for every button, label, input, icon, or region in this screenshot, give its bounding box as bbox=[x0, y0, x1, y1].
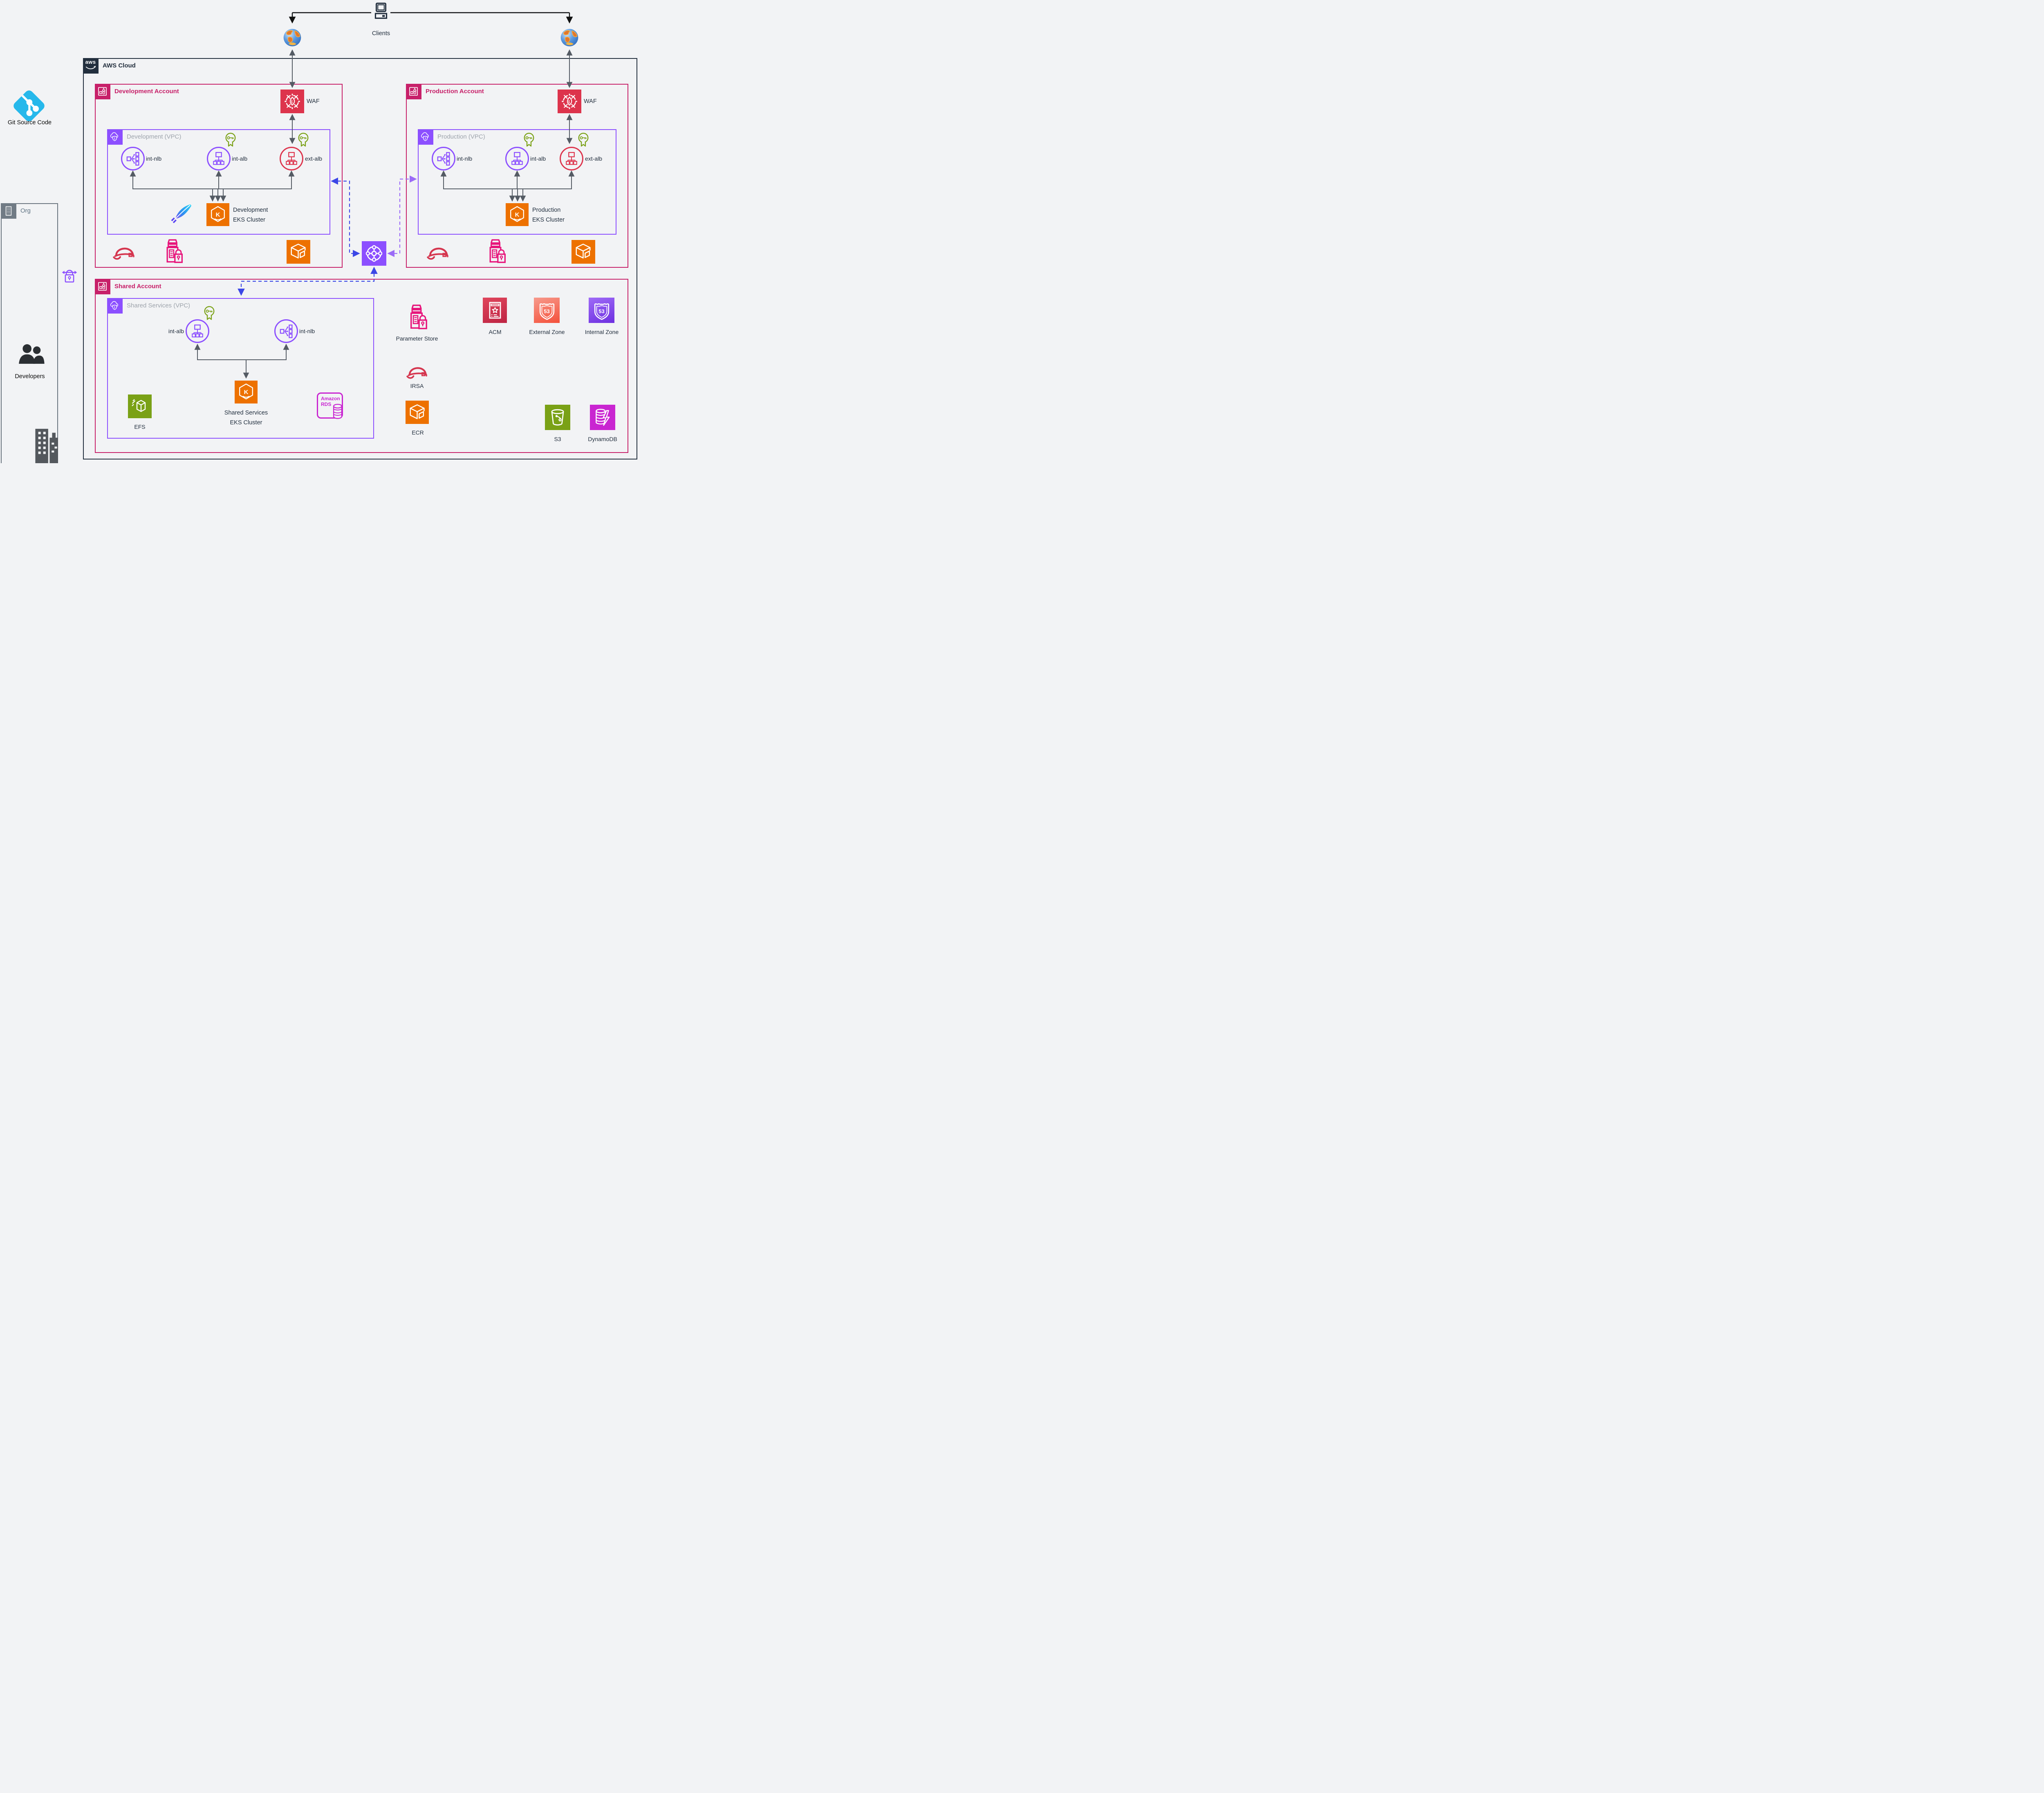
shared-eks-cluster-icon: K bbox=[235, 381, 258, 403]
s3-icon bbox=[545, 405, 570, 430]
prod-int-nlb-icon bbox=[432, 147, 455, 170]
developers-icon bbox=[16, 342, 47, 369]
dev-eks-label-2: EKS Cluster bbox=[233, 217, 265, 223]
internet-globe-icon bbox=[282, 27, 303, 48]
architecture-diagram: aws AWS Cloud Development Account Develo… bbox=[0, 0, 641, 463]
certificate-key-icon bbox=[522, 132, 536, 151]
vpn-lock-icon bbox=[61, 266, 78, 287]
rds-brand-line2: RDS bbox=[321, 401, 332, 407]
city-buildings-icon bbox=[34, 427, 58, 463]
rds-icon: Amazon RDS bbox=[317, 392, 343, 419]
account-icon bbox=[94, 83, 110, 99]
waf-icon bbox=[280, 90, 304, 113]
acm-icon bbox=[483, 298, 507, 323]
iam-role-helmet-icon bbox=[424, 239, 452, 264]
irsa-label: IRSA bbox=[410, 383, 424, 389]
shared-eks-label-2: EKS Cluster bbox=[230, 419, 262, 426]
aws-logo-icon: aws bbox=[83, 58, 99, 74]
aws-logo-text: aws bbox=[85, 58, 96, 65]
waf-label: WAF bbox=[307, 98, 320, 105]
parameter-store-label: Parameter Store bbox=[396, 335, 438, 342]
shared-eks-label-1: Shared Services bbox=[224, 410, 268, 416]
route53-badge: 53 bbox=[598, 308, 605, 314]
efs-icon bbox=[128, 394, 152, 418]
dynamodb-icon bbox=[590, 405, 615, 430]
production-vpc-title: Production (VPC) bbox=[437, 133, 485, 140]
certificate-key-icon bbox=[576, 132, 591, 151]
shared-int-alb-label: int-alb bbox=[168, 328, 184, 334]
dev-ext-alb-label: ext-alb bbox=[305, 155, 323, 162]
certificate-key-icon bbox=[202, 305, 217, 324]
ecr-label: ECR bbox=[412, 429, 424, 436]
internal-zone-label: Internal Zone bbox=[585, 329, 619, 335]
clients-label: Clients bbox=[372, 30, 390, 37]
certificate-key-icon bbox=[223, 132, 238, 151]
dynamodb-label: DynamoDB bbox=[588, 436, 617, 442]
eks-k-letter: K bbox=[515, 211, 520, 218]
prod-int-nlb-label: int-nlb bbox=[457, 155, 473, 162]
development-vpc-title: Development (VPC) bbox=[127, 133, 182, 140]
eks-k-letter: K bbox=[215, 211, 220, 218]
karpenter-feather-icon bbox=[169, 200, 194, 227]
iam-role-helmet-icon bbox=[404, 359, 431, 383]
development-account-title: Development Account bbox=[114, 88, 179, 95]
ecr-icon bbox=[572, 240, 595, 264]
org-box: Org bbox=[0, 203, 58, 463]
account-icon bbox=[94, 278, 110, 294]
shared-int-nlb-icon bbox=[274, 319, 298, 343]
s3-label: S3 bbox=[554, 436, 561, 442]
shared-account-title: Shared Account bbox=[114, 283, 161, 290]
git-label: Git Source Code bbox=[7, 119, 52, 126]
vpc-icon bbox=[107, 129, 123, 145]
transit-gateway-icon bbox=[362, 241, 386, 266]
production-account-title: Production Account bbox=[426, 88, 484, 95]
parameter-store-icon bbox=[161, 237, 184, 267]
rds-brand-line1: Amazon bbox=[321, 396, 340, 401]
rds-cylinder-glyph bbox=[330, 403, 345, 421]
prod-eks-cluster-icon: K bbox=[506, 203, 529, 226]
vpc-icon bbox=[107, 298, 123, 314]
acm-label: ACM bbox=[489, 329, 502, 335]
prod-ext-alb-label: ext-alb bbox=[585, 155, 603, 162]
route53-internal-zone-icon: 53 bbox=[589, 298, 614, 323]
efs-label: EFS bbox=[134, 424, 146, 430]
ecr-icon bbox=[287, 240, 310, 264]
git-icon bbox=[11, 88, 47, 123]
internet-globe-icon bbox=[559, 27, 580, 48]
external-zone-label: External Zone bbox=[529, 329, 565, 335]
dev-int-nlb-icon bbox=[121, 147, 145, 170]
account-icon bbox=[406, 83, 421, 99]
org-building-icon bbox=[0, 203, 16, 219]
ecr-icon bbox=[406, 401, 429, 424]
prod-int-alb-label: int-alb bbox=[530, 155, 546, 162]
dev-eks-label-1: Development bbox=[233, 207, 268, 213]
shared-vpc-title: Shared Services (VPC) bbox=[127, 302, 191, 309]
vpc-icon bbox=[417, 129, 433, 145]
clients-icon bbox=[370, 2, 392, 23]
route53-badge: 53 bbox=[544, 308, 550, 314]
parameter-store-icon bbox=[405, 303, 428, 333]
aws-cloud-title: AWS Cloud bbox=[103, 62, 136, 69]
iam-role-helmet-icon bbox=[110, 239, 138, 264]
parameter-store-icon bbox=[484, 237, 507, 267]
certificate-key-icon bbox=[296, 132, 311, 151]
waf-label: WAF bbox=[584, 98, 597, 105]
eks-k-letter: K bbox=[244, 389, 249, 396]
prod-eks-label-1: Production bbox=[532, 207, 561, 213]
developers-label: Developers bbox=[15, 373, 45, 380]
org-title: Org bbox=[20, 207, 31, 214]
waf-icon bbox=[558, 90, 581, 113]
dev-eks-cluster-icon: K bbox=[206, 203, 229, 226]
dev-int-alb-label: int-alb bbox=[232, 155, 248, 162]
dev-int-nlb-label: int-nlb bbox=[146, 155, 162, 162]
route53-external-zone-icon: 53 bbox=[534, 298, 560, 323]
shared-int-nlb-label: int-nlb bbox=[299, 328, 315, 334]
prod-eks-label-2: EKS Cluster bbox=[532, 217, 565, 223]
